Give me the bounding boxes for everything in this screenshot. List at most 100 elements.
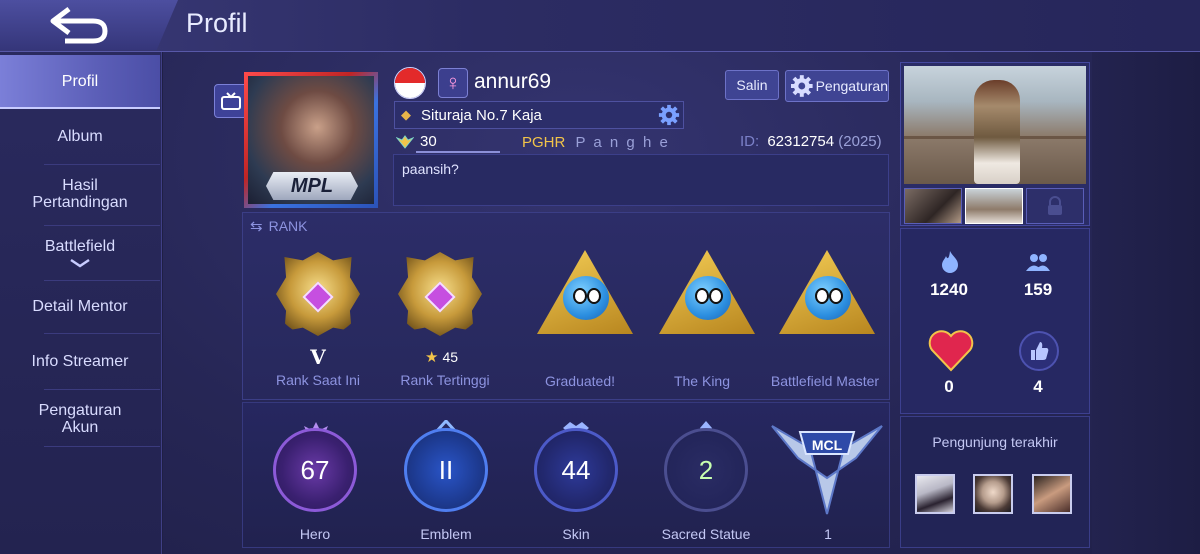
sidebar-item-battlefield[interactable]: Battlefield [0,228,160,278]
sidebar-item-album[interactable]: Album [0,112,160,160]
lock-icon [1048,196,1062,215]
badge-label-highest-rank: Rank Tertinggi [400,372,490,388]
level-wings-icon [396,134,414,149]
divider [44,333,160,334]
achievement-battlefield-master[interactable] [772,250,882,334]
bio-box[interactable]: paansih? [393,154,889,206]
people-icon [1018,252,1058,277]
stat-label-hero: Hero [299,526,331,542]
photo-thumbnail-locked[interactable] [1026,188,1084,224]
stat-label-mcl: 1 [824,526,832,542]
country-flag-icon [394,67,426,99]
photo-thumbnail[interactable] [904,188,962,224]
mcl-trophy-icon[interactable]: MCL [770,418,884,518]
thumbs-up-count: 4 [1033,377,1043,396]
thumbs-up-icon[interactable] [1018,330,1059,377]
current-rank-tier: V [310,345,326,369]
page-title: Profil [186,8,248,38]
gear-icon[interactable] [658,104,680,126]
id-label: ID: [740,133,760,150]
sidebar-item-hasil-pertandingan[interactable]: Hasil Pertandingan [0,166,160,222]
heart-icon[interactable] [928,328,974,377]
player-id: ID: 62312754 (2025) [740,133,882,150]
badge-label-the-king: The King [673,373,731,389]
bio-text: paansih? [402,161,459,177]
sidebar-item-label: Battlefield [44,238,116,255]
divider [44,389,160,390]
swap-icon: ⇆ [250,218,263,235]
sidebar-item-profil[interactable]: Profil [0,55,160,109]
rank-header-label: RANK [268,218,308,234]
flame-icon [930,250,970,279]
player-level: 30 [396,133,437,150]
visitor-avatar[interactable] [973,474,1013,514]
sidebar-item-detail-mentor[interactable]: Detail Mentor [0,282,160,330]
sidebar-item-label: Hasil Pertandingan [32,177,128,211]
sidebar-item-pengaturan-akun[interactable]: Pengaturan Akun [0,392,160,446]
sidebar-item-label: Profil [61,72,99,90]
tv-icon [221,92,241,110]
sidebar-item-label: Pengaturan Akun [38,402,122,436]
rank-header[interactable]: ⇆ RANK [250,217,307,235]
graduated-badge-icon [537,250,633,334]
popularity-value: 1240 [930,280,968,299]
level-value: 30 [420,133,437,150]
sidebar-item-label: Info Streamer [31,352,129,370]
guild-name: P a n g h e [575,134,670,151]
badge-label-current-rank: Rank Saat Ini [275,372,361,388]
avatar[interactable]: MPL [244,72,378,208]
stat-label-sacred-statue: Sacred Statue [661,526,751,542]
achievement-the-king[interactable] [652,250,762,334]
id-server: (2025) [838,133,882,150]
back-button[interactable] [0,0,178,50]
username: annur69 [474,70,552,93]
settings-button[interactable]: Pengaturan [785,70,889,102]
emblem-level-ring[interactable]: II [404,428,488,512]
id-value: 62312754 [767,133,835,150]
current-rank-badge[interactable] [263,252,373,336]
stat-label-emblem: Emblem [420,526,472,542]
divider [44,280,160,281]
sidebar-item-label: Detail Mentor [32,297,128,315]
divider [44,225,160,226]
guild-tag: PGHR [522,134,566,151]
gender-icon: ♀ [438,68,468,98]
divider [44,446,160,447]
settings-button-label: Pengaturan [815,78,888,94]
highest-rank-badge[interactable] [385,252,495,336]
visitor-avatar[interactable] [1032,474,1072,514]
badge-label-battlefield-master: Battlefield Master [770,373,880,389]
skin-count-ring[interactable]: 44 [534,428,618,512]
squad-name-bar[interactable]: ◆ Situraja No.7 Kaja [394,101,684,129]
sidebar-item-label: Album [57,127,103,145]
avatar-frame-label: MPL [266,172,358,200]
mythic-medal-icon [398,252,482,336]
copy-button[interactable]: Salin [725,70,779,100]
stat-label-skin: Skin [562,526,590,542]
visitor-avatar[interactable] [915,474,955,514]
achievement-graduated[interactable] [530,250,640,334]
sidebar-item-info-streamer[interactable]: Info Streamer [0,336,160,386]
highest-rank-stars: ★ 45 [425,348,475,366]
main-photo[interactable] [904,66,1086,184]
king-badge-icon [659,250,755,334]
badge-label-graduated: Graduated! [544,373,616,389]
recent-visitors-title: Pengunjung terakhir [932,434,1058,450]
sacred-statue-ring[interactable]: 2 [664,428,748,512]
mythic-medal-icon [276,252,360,336]
live-tv-button[interactable] [214,84,248,118]
star-icon: ★ [425,349,439,366]
divider [44,164,160,165]
level-progress-bar [416,151,500,153]
squad-name: Situraja No.7 Kaja [421,106,542,124]
sidebar: Profil Album Hasil Pertandingan Battlefi… [0,52,162,554]
mcl-text: MCL [812,437,843,453]
back-arrow-icon [50,7,108,44]
photo-thumbnail[interactable] [965,188,1023,224]
squad-icon: ◆ [401,107,411,122]
guild-info: PGHR P a n g h e [522,134,670,151]
followers-value: 159 [1023,280,1053,299]
hero-count-ring[interactable]: 67 [273,428,357,512]
highest-rank-star-count: 45 [442,349,459,365]
gear-icon [790,75,813,97]
